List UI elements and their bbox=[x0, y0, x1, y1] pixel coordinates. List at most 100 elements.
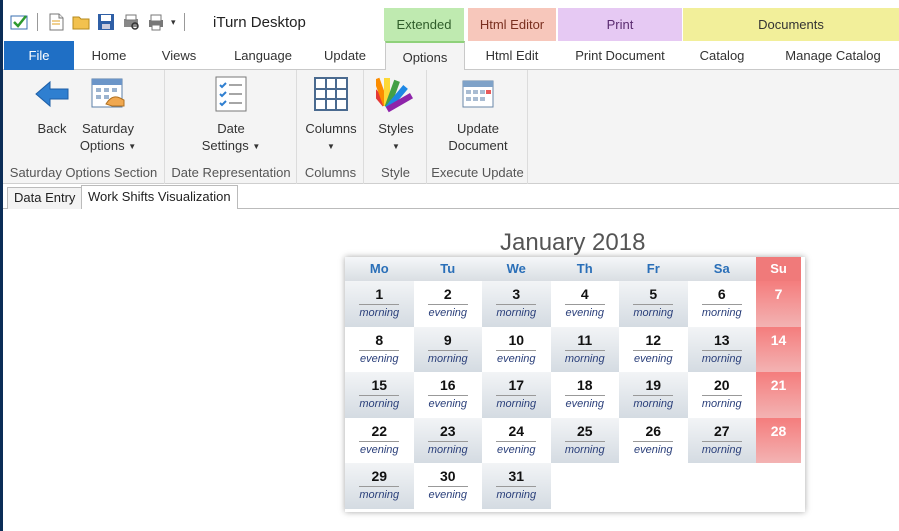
tab-language[interactable]: Language bbox=[221, 41, 305, 70]
calendar-day-cell[interactable]: 17 morning bbox=[482, 372, 551, 418]
shift-label: morning bbox=[701, 398, 742, 410]
tab-home[interactable]: Home bbox=[81, 41, 137, 70]
print-icon[interactable] bbox=[146, 12, 166, 32]
styles-label: Styles bbox=[378, 121, 414, 136]
calendar-day-cell[interactable]: 3 morning bbox=[482, 281, 551, 327]
shift-label: morning bbox=[701, 443, 742, 456]
calendar-day-cell[interactable]: 26 evening bbox=[619, 417, 688, 463]
tab-catalog[interactable]: Catalog bbox=[689, 41, 755, 70]
calendar-day-cell[interactable]: 19 morning bbox=[619, 372, 688, 418]
columns-button[interactable]: Columns ▼ bbox=[301, 74, 361, 155]
tab-file[interactable]: File bbox=[4, 41, 74, 70]
calendar-day-cell[interactable]: 24 evening bbox=[482, 417, 551, 463]
tab-options[interactable]: Options bbox=[385, 41, 465, 71]
update-document-label-1: Update bbox=[457, 121, 499, 136]
shift-label: morning bbox=[359, 307, 400, 319]
tab-update[interactable]: Update bbox=[314, 41, 376, 70]
tab-work-shifts-visualization[interactable]: Work Shifts Visualization bbox=[81, 185, 238, 210]
tab-data-entry[interactable]: Data Entry bbox=[7, 187, 83, 209]
calendar-day-cell[interactable]: 18 evening bbox=[550, 372, 619, 418]
calendar-day-cell[interactable]: 29 morning bbox=[345, 463, 414, 509]
group-label-update: Execute Update bbox=[431, 165, 524, 180]
saturday-options-button[interactable]: Saturday Options ▼ bbox=[75, 74, 141, 155]
day-divider bbox=[564, 440, 605, 442]
calendar-day-cell[interactable]: 27 morning bbox=[687, 417, 756, 463]
shift-label: morning bbox=[564, 352, 605, 365]
calendar-day-cell[interactable]: 28 bbox=[756, 417, 801, 463]
group-style: Styles ▼ Style bbox=[365, 70, 427, 184]
calendar-day-cell[interactable]: 11 morning bbox=[550, 326, 619, 372]
day-divider bbox=[633, 395, 674, 396]
day-number: 30 bbox=[439, 468, 456, 484]
day-header-th: Th bbox=[550, 257, 619, 281]
calendar-day-cell[interactable]: 12 evening bbox=[619, 326, 688, 372]
saturday-options-label-2: Options bbox=[79, 138, 125, 153]
day-number: 11 bbox=[577, 331, 593, 348]
context-group-print: Print bbox=[558, 8, 682, 41]
tab-manage-catalog[interactable]: Manage Catalog bbox=[771, 41, 895, 70]
calendar-day-cell[interactable]: 15 morning bbox=[345, 372, 414, 418]
calendar-day-cell[interactable]: 8 evening bbox=[345, 326, 414, 372]
update-document-button[interactable]: Update Document bbox=[440, 74, 516, 154]
grid-columns-icon bbox=[314, 77, 348, 111]
day-number: 24 bbox=[508, 422, 525, 439]
saturday-options-label-1: Saturday bbox=[81, 121, 135, 136]
calendar-day-cell[interactable]: 4 evening bbox=[550, 281, 619, 327]
day-number: 25 bbox=[576, 422, 593, 439]
print-preview-icon[interactable] bbox=[121, 12, 141, 32]
calendar-day-cell[interactable]: 16 evening bbox=[413, 372, 482, 418]
calendar-day-cell[interactable]: 2 evening bbox=[413, 281, 482, 327]
tab-views[interactable]: Views bbox=[151, 41, 207, 70]
chevron-down-icon: ▼ bbox=[128, 142, 137, 152]
app-window: ▾ iTurn Desktop Extended Html Editor Pri… bbox=[3, 0, 899, 531]
day-header-we: We bbox=[482, 257, 551, 281]
save-icon[interactable] bbox=[96, 12, 116, 32]
calendar-day-cell[interactable]: 5 morning bbox=[619, 281, 688, 327]
calendar-day-cell[interactable]: 31 morning bbox=[482, 463, 551, 509]
day-divider bbox=[427, 304, 468, 305]
calendar-day-cell[interactable]: 30 evening bbox=[413, 463, 482, 509]
calendar-day-cell[interactable]: 23 morning bbox=[413, 417, 482, 463]
calendar-day-cell[interactable]: 25 morning bbox=[550, 417, 619, 463]
tab-html-edit[interactable]: Html Edit bbox=[468, 41, 556, 70]
group-execute-update: Update Document Execute Update bbox=[428, 70, 528, 184]
calendar-day-cell[interactable]: 21 bbox=[756, 372, 801, 418]
back-button[interactable]: Back bbox=[27, 74, 77, 137]
chevron-down-icon: ▼ bbox=[327, 142, 335, 152]
calendar-day-cell[interactable]: 13 morning bbox=[687, 326, 756, 372]
ribbon-panel: Back Saturday Options ▼ Saturday Options… bbox=[3, 70, 899, 184]
customize-toolbar-icon[interactable]: ▾ bbox=[171, 17, 176, 28]
day-divider bbox=[359, 349, 400, 351]
app-title: iTurn Desktop bbox=[213, 14, 306, 31]
day-divider bbox=[564, 304, 605, 305]
day-divider bbox=[633, 349, 674, 351]
calendar-day-cell[interactable]: 7 bbox=[756, 281, 801, 327]
open-folder-icon[interactable] bbox=[71, 12, 91, 32]
day-number: 9 bbox=[443, 331, 452, 348]
new-document-icon[interactable] bbox=[46, 12, 66, 32]
calendar-day-cell[interactable]: 6 morning bbox=[687, 281, 756, 327]
day-divider bbox=[564, 395, 605, 396]
day-number: 13 bbox=[713, 331, 730, 348]
app-check-icon[interactable] bbox=[9, 12, 29, 32]
day-number: 4 bbox=[580, 286, 589, 302]
day-divider bbox=[496, 486, 537, 487]
ribbon-tabs: File Home Views Language Update Options … bbox=[3, 41, 899, 71]
calendar-day-cell[interactable]: 22 evening bbox=[345, 417, 414, 463]
tab-print-document[interactable]: Print Document bbox=[558, 41, 682, 70]
group-label-columns: Columns bbox=[304, 165, 357, 180]
day-divider bbox=[633, 440, 674, 442]
styles-button[interactable]: Styles ▼ bbox=[370, 74, 422, 155]
calendar-day-cell[interactable]: 20 morning bbox=[687, 372, 756, 418]
date-settings-button[interactable]: Date Settings ▼ bbox=[196, 74, 266, 155]
calendar-day-cell[interactable]: 10 evening bbox=[482, 326, 551, 372]
shift-label: evening bbox=[428, 398, 468, 410]
day-header-fr: Fr bbox=[619, 257, 688, 281]
calendar-day-cell[interactable]: 14 bbox=[756, 326, 801, 372]
calendar-day-cell[interactable]: 1 morning bbox=[345, 281, 414, 327]
shift-label: morning bbox=[359, 398, 400, 410]
group-saturday-options: Back Saturday Options ▼ Saturday Options… bbox=[3, 70, 165, 184]
title-bar: ▾ iTurn Desktop Extended Html Editor Pri… bbox=[3, 0, 899, 44]
calendar-day-cell[interactable]: 9 morning bbox=[413, 326, 482, 372]
group-date-representation: Date Settings ▼ Date Representation bbox=[166, 70, 297, 184]
